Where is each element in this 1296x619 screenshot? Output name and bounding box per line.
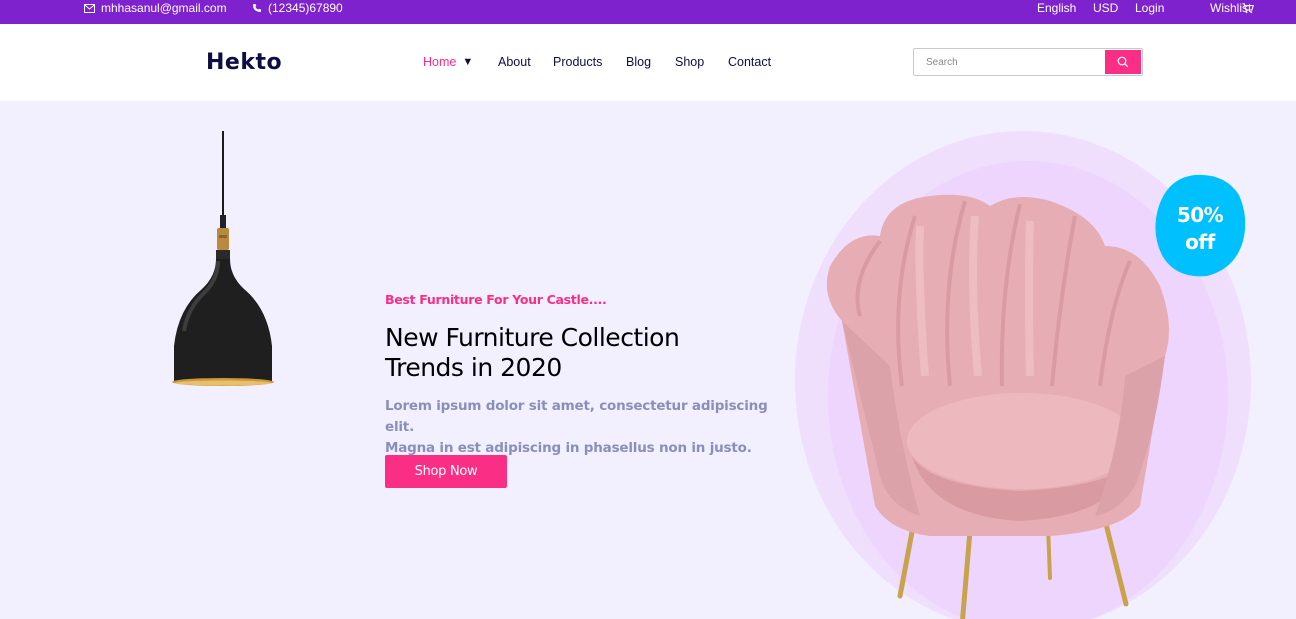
hero-description: Lorem ipsum dolor sit amet, consectetur … bbox=[385, 396, 785, 459]
contact-email[interactable]: mhhasanul@gmail.com bbox=[84, 0, 227, 16]
discount-badge-percent: 50% bbox=[1176, 203, 1224, 227]
armchair-image bbox=[826, 194, 1169, 619]
chevron-down-icon: ▼ bbox=[462, 56, 474, 68]
search-input[interactable] bbox=[914, 49, 1106, 75]
phone-icon bbox=[252, 3, 262, 13]
discount-badge-off: off bbox=[1185, 230, 1215, 254]
hero-headline: New Furniture Collection Trends in 2020 bbox=[385, 323, 765, 383]
hero-tagline: Best Furniture For Your Castle.... bbox=[385, 292, 607, 307]
login-link[interactable]: Login bbox=[1135, 0, 1164, 16]
nav-home-label: Home bbox=[423, 55, 457, 69]
pendant-lamp-image bbox=[172, 131, 274, 386]
search-icon bbox=[1117, 53, 1129, 72]
email-text: mhhasanul@gmail.com bbox=[101, 1, 227, 15]
nav-blog[interactable]: Blog bbox=[626, 55, 651, 69]
hero-headline-line-1: New Furniture Collection bbox=[385, 323, 680, 352]
nav-products[interactable]: Products bbox=[553, 55, 602, 69]
contact-phone[interactable]: (12345)67890 bbox=[252, 0, 343, 16]
hero-section: Best Furniture For Your Castle.... New F… bbox=[0, 101, 1296, 619]
currency-select[interactable]: USD bbox=[1093, 0, 1118, 16]
main-header: Hekto Home ▼ About Products Blog Shop Co… bbox=[0, 24, 1296, 101]
language-select[interactable]: English bbox=[1037, 0, 1076, 16]
language-label: English bbox=[1037, 1, 1077, 15]
discount-badge: 50% off bbox=[1160, 202, 1240, 256]
top-bar: mhhasanul@gmail.com (12345)67890 English… bbox=[0, 0, 1296, 24]
nav-about[interactable]: About bbox=[498, 55, 531, 69]
search-box bbox=[913, 48, 1143, 76]
hero-headline-line-2: Trends in 2020 bbox=[385, 353, 562, 382]
mail-icon bbox=[84, 3, 95, 13]
cart-button[interactable] bbox=[1242, 0, 1254, 16]
login-label: Login bbox=[1135, 1, 1165, 15]
nav-contact[interactable]: Contact bbox=[728, 55, 771, 69]
logo[interactable]: Hekto bbox=[206, 50, 282, 75]
search-button[interactable] bbox=[1105, 50, 1141, 74]
cart-icon bbox=[1242, 2, 1254, 14]
currency-label: USD bbox=[1093, 1, 1119, 15]
hero-description-line-1: Lorem ipsum dolor sit amet, consectetur … bbox=[385, 398, 768, 435]
nav-shop[interactable]: Shop bbox=[675, 55, 704, 69]
nav-home[interactable]: Home ▼ bbox=[423, 55, 473, 69]
phone-text: (12345)67890 bbox=[268, 1, 343, 15]
shop-now-button[interactable]: Shop Now bbox=[385, 455, 507, 488]
